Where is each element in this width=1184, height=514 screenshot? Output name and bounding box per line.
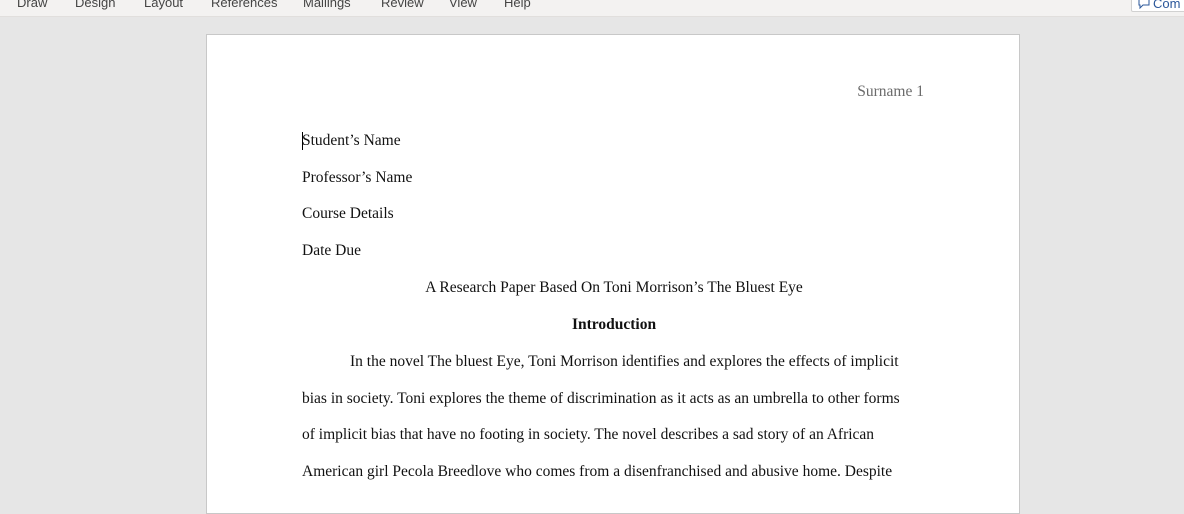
section-heading-introduction[interactable]: Introduction (302, 316, 926, 334)
body-paragraph-line[interactable]: American girl Pecola Breedlove who comes… (302, 463, 892, 481)
date-due-line[interactable]: Date Due (302, 242, 361, 260)
tab-design[interactable]: Design (75, 0, 115, 10)
tab-layout[interactable]: Layout (144, 0, 183, 10)
professor-name-line[interactable]: Professor’s Name (302, 169, 412, 187)
tab-draw[interactable]: Draw (17, 0, 47, 10)
comments-button[interactable]: Com (1131, 0, 1184, 12)
comments-label: Com (1153, 0, 1181, 11)
tab-help[interactable]: Help (504, 0, 531, 10)
ribbon-tab-bar: Draw Design Layout References Mailings R… (0, 0, 1184, 17)
paper-title[interactable]: A Research Paper Based On Toni Morrison’… (302, 279, 926, 297)
document-page[interactable]: Surname 1 Student’s Name Professor’s Nam… (206, 34, 1020, 514)
body-paragraph-line[interactable]: of implicit bias that have no footing in… (302, 426, 874, 444)
tab-review[interactable]: Review (381, 0, 424, 10)
body-paragraph-line[interactable]: bias in society. Toni explores the theme… (302, 390, 900, 408)
course-details-line[interactable]: Course Details (302, 205, 394, 223)
tab-mailings[interactable]: Mailings (303, 0, 351, 10)
comment-icon (1138, 0, 1150, 9)
student-name-line[interactable]: Student’s Name (302, 132, 401, 150)
body-paragraph-line[interactable]: In the novel The bluest Eye, Toni Morris… (350, 353, 899, 371)
tab-view[interactable]: View (449, 0, 477, 10)
tab-references[interactable]: References (211, 0, 277, 10)
page-header-surname[interactable]: Surname 1 (857, 83, 924, 101)
